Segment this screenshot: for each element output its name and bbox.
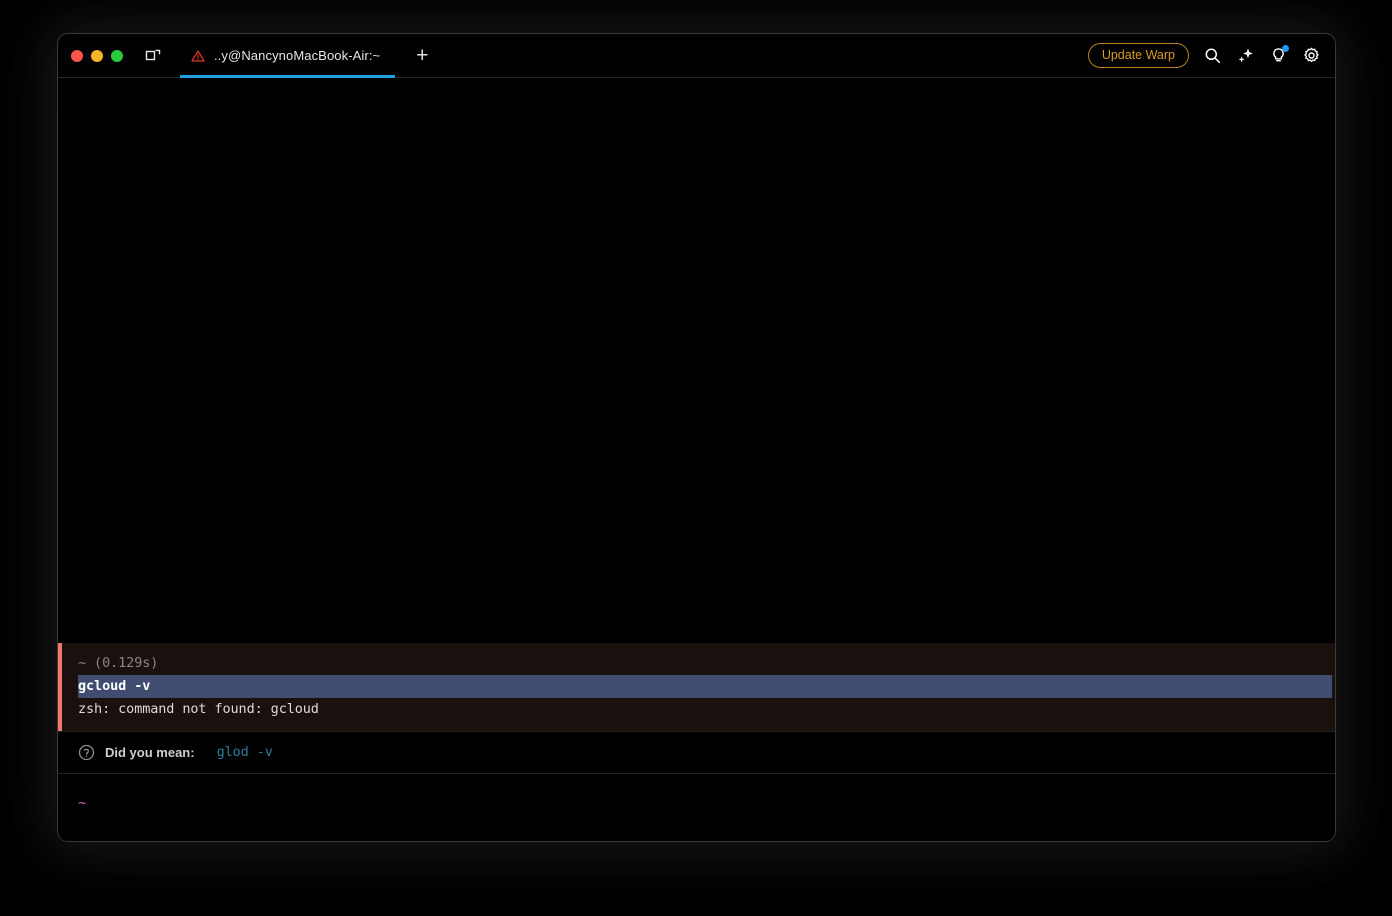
tab-nancyno-macbook-air[interactable]: ..y@NancynoMacBook-Air:~ xyxy=(179,34,396,78)
sparkle-ai-icon[interactable] xyxy=(1235,46,1255,66)
warning-triangle-icon xyxy=(191,49,205,63)
command-block-content: ~ (0.129s) gcloud -v zsh: command not fo… xyxy=(58,652,1335,721)
terminal-body[interactable]: ~ (0.129s) gcloud -v zsh: command not fo… xyxy=(58,78,1335,841)
search-icon[interactable] xyxy=(1202,46,1222,66)
did-you-mean-row[interactable]: Did you mean: glod -v xyxy=(58,731,1335,774)
update-warp-button[interactable]: Update Warp xyxy=(1087,43,1189,68)
command-input-row[interactable]: ~ xyxy=(58,774,1335,841)
executed-command[interactable]: gcloud -v xyxy=(78,675,1332,698)
tab-title: ..y@NancynoMacBook-Air:~ xyxy=(214,48,381,63)
suggested-command[interactable]: glod -v xyxy=(217,741,273,764)
window-controls xyxy=(58,49,123,62)
block-error-accent-bar xyxy=(58,643,62,731)
split-panel-icon[interactable] xyxy=(144,47,162,65)
shell-prompt-symbol: ~ xyxy=(78,795,87,811)
terminal-window: ..y@NancynoMacBook-Air:~ + Update Warp ~… xyxy=(57,33,1336,842)
new-tab-button[interactable]: + xyxy=(410,44,434,68)
lightbulb-icon[interactable] xyxy=(1268,44,1289,66)
gear-icon[interactable] xyxy=(1301,46,1321,66)
maximize-window-button[interactable] xyxy=(111,49,123,62)
minimize-window-button[interactable] xyxy=(91,49,103,62)
titlebar-actions: Update Warp xyxy=(1087,43,1335,68)
title-bar: ..y@NancynoMacBook-Air:~ + Update Warp xyxy=(58,34,1335,78)
command-output: zsh: command not found: gcloud xyxy=(78,701,319,717)
prompt-meta-line: ~ (0.129s) xyxy=(78,655,159,671)
command-block[interactable]: ~ (0.129s) gcloud -v zsh: command not fo… xyxy=(58,643,1335,731)
notification-badge xyxy=(1282,44,1289,52)
desktop-background: ..y@NancynoMacBook-Air:~ + Update Warp ~… xyxy=(0,0,1392,916)
question-circle-icon xyxy=(78,744,95,761)
close-window-button[interactable] xyxy=(71,49,83,62)
did-you-mean-label: Did you mean: xyxy=(105,745,195,760)
